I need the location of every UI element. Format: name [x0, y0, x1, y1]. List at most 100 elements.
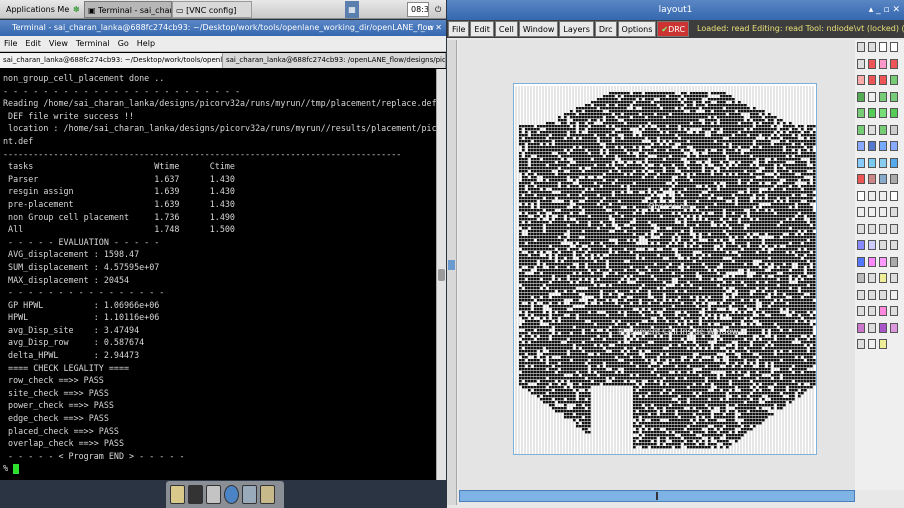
applications-menu-button[interactable]: Applications Menu: [1, 1, 69, 18]
placed-cell: [729, 107, 732, 110]
terminal-scrollbar[interactable]: [436, 69, 446, 480]
placed-cell: [732, 236, 735, 239]
terminal-launcher-icon[interactable]: [188, 485, 203, 504]
placed-cell: [714, 176, 717, 179]
placed-cell: [537, 284, 540, 287]
placed-cell: [633, 284, 636, 287]
placed-cell: [738, 284, 741, 287]
scroll-thumb[interactable]: [448, 260, 455, 270]
menu-go[interactable]: Go: [118, 36, 129, 51]
placed-layout-view[interactable]: Obsession Placement Cell Inside Window: [513, 83, 817, 455]
menu-help[interactable]: Help: [137, 36, 155, 51]
web-browser-icon[interactable]: [224, 485, 239, 504]
placed-cell: [600, 110, 603, 113]
scroll-thumb[interactable]: [438, 269, 445, 281]
placed-cell: [684, 212, 687, 215]
layout-vertical-scrollbar[interactable]: [447, 40, 457, 505]
menu-file[interactable]: File: [448, 21, 470, 37]
placed-cell: [690, 167, 693, 170]
placed-cell: [654, 251, 657, 254]
placed-cell: [657, 233, 660, 236]
placed-cell: [627, 197, 630, 200]
placed-cell: [615, 161, 618, 164]
placed-cell: [621, 287, 624, 290]
taskbar-vnc-config[interactable]: ▭ [VNC config]: [172, 1, 252, 18]
menu-edit[interactable]: Edit: [470, 21, 494, 37]
mouse-icon[interactable]: ✽: [70, 1, 82, 18]
placed-cell: [729, 185, 732, 188]
placed-cell: [729, 131, 732, 134]
workspace-icon[interactable]: ▦: [345, 1, 359, 18]
placed-cell: [597, 233, 600, 236]
menu-view[interactable]: View: [49, 36, 68, 51]
placed-cell: [591, 203, 594, 206]
placed-cell: [591, 119, 594, 122]
terminal-line: avg_Disp_site : 3.47494: [3, 324, 140, 335]
placed-cell: [573, 131, 576, 134]
menu-edit[interactable]: Edit: [25, 36, 41, 51]
menu-drc[interactable]: Drc: [594, 21, 617, 37]
placed-cell: [633, 122, 636, 125]
placed-cell: [801, 203, 804, 206]
window-controls[interactable]: _ ▫ ✕: [421, 20, 442, 36]
menu-cell[interactable]: Cell: [494, 21, 518, 37]
placed-cell: [768, 143, 771, 146]
placed-cell: [534, 158, 537, 161]
power-icon[interactable]: ⏻: [432, 1, 444, 18]
terminal-output[interactable]: non_group_cell_placement done .. - - - - …: [0, 69, 436, 480]
placed-cell: [666, 92, 669, 95]
placed-cell: [735, 215, 738, 218]
placed-cell: [813, 242, 816, 245]
placed-cell: [756, 272, 759, 275]
folder-icon[interactable]: [260, 485, 275, 504]
file-manager-icon[interactable]: [206, 485, 221, 504]
placed-cell: [597, 113, 600, 116]
placed-cell: [720, 170, 723, 173]
placed-cell: [795, 170, 798, 173]
placed-cell: [576, 227, 579, 230]
placed-cell: [609, 98, 612, 101]
placed-cell: [540, 131, 543, 134]
drc-toggle[interactable]: ✔DRC: [657, 21, 690, 37]
placed-cell: [528, 239, 531, 242]
terminal-tab-1[interactable]: sai_charan_lanka@688fc274cb93: ~/Desktop…: [0, 53, 223, 68]
placed-cell: [732, 218, 735, 221]
placed-cell: [687, 98, 690, 101]
placed-cell: [702, 194, 705, 197]
placed-cell: [567, 263, 570, 266]
placed-cell: [588, 158, 591, 161]
placed-cell: [711, 263, 714, 266]
placed-cell: [654, 122, 657, 125]
placed-cell: [660, 245, 663, 248]
placed-cell: [576, 197, 579, 200]
placed-cell: [798, 167, 801, 170]
menu-terminal[interactable]: Terminal: [76, 36, 110, 51]
placed-cell: [669, 185, 672, 188]
placed-cell: [585, 155, 588, 158]
menu-options[interactable]: Options: [617, 21, 657, 37]
placed-cell: [627, 257, 630, 260]
placed-cell: [591, 233, 594, 236]
placed-cell: [567, 200, 570, 203]
placed-cell: [594, 140, 597, 143]
placed-cell: [609, 116, 612, 119]
placed-cell: [594, 137, 597, 140]
placed-cell: [801, 221, 804, 224]
placed-cell: [753, 116, 756, 119]
window-controls[interactable]: ▴ _ ▫ ✕: [869, 0, 900, 20]
placed-cell: [768, 278, 771, 281]
placed-cell: [711, 143, 714, 146]
placed-cell: [723, 131, 726, 134]
menu-file[interactable]: File: [4, 36, 17, 51]
placed-cell: [687, 269, 690, 272]
menu-window[interactable]: Window: [518, 21, 559, 37]
search-icon[interactable]: [242, 485, 257, 504]
show-desktop-icon[interactable]: [170, 485, 185, 504]
layout-canvas[interactable]: Obsession Placement Cell Inside Window: [459, 40, 855, 490]
terminal-tab-2[interactable]: sai_charan_lanka@688fc274cb93: /openLANE…: [223, 53, 446, 68]
terminal-line: edge_check ==>> PASS: [3, 413, 109, 424]
placed-cell: [732, 206, 735, 209]
placed-cell: [600, 224, 603, 227]
menu-layers[interactable]: Layers: [559, 21, 594, 37]
taskbar-terminal[interactable]: ▣ Terminal - sai_charan_la...: [84, 1, 172, 18]
